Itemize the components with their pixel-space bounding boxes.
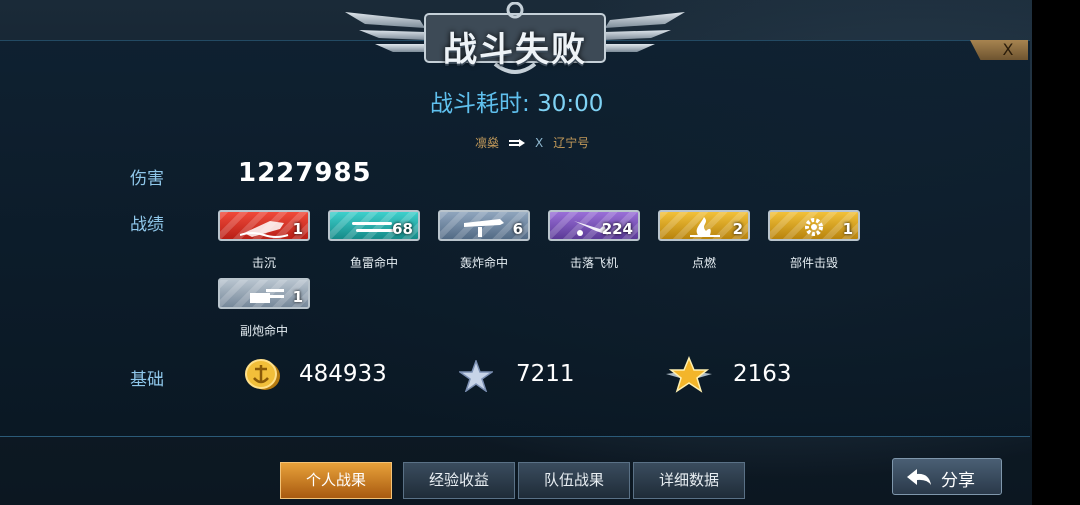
result-tabs: 个人战果 经验收益 队伍战果 详细数据 xyxy=(270,462,750,499)
medal-module-destroyed[interactable]: 1 xyxy=(768,210,860,241)
medal-count: 1 xyxy=(292,288,303,306)
bomb-icon xyxy=(464,219,504,237)
medal-ignite[interactable]: 2 xyxy=(658,210,750,241)
ship-sink-icon xyxy=(240,221,289,238)
damage-label: 伤害 xyxy=(130,169,164,189)
close-icon: X xyxy=(1002,40,1014,59)
record-label: 战绩 xyxy=(130,215,164,235)
base-label: 基础 xyxy=(130,370,164,390)
duration-value: 30:00 xyxy=(537,91,604,117)
share-button[interactable]: 分享 xyxy=(892,458,1002,495)
battle-result-title: 战斗失败 xyxy=(443,30,587,70)
medal-planes-shot[interactable]: 224 xyxy=(548,210,640,241)
enemy-ship-name: 辽宁号 xyxy=(553,136,590,150)
tab-exp-earnings[interactable]: 经验收益 xyxy=(403,462,515,499)
screen-edge xyxy=(1032,0,1080,505)
ship-matchup: 凛燊 X 辽宁号 xyxy=(475,134,589,151)
medal-count: 2 xyxy=(732,220,743,238)
medal-count: 68 xyxy=(392,220,413,238)
medal-sink[interactable]: 1 xyxy=(218,210,310,241)
coin-value: 484933 xyxy=(299,361,387,387)
medal-label: 击落飞机 xyxy=(569,256,618,270)
tab-team-results[interactable]: 队伍战果 xyxy=(518,462,630,499)
rank-value: 2163 xyxy=(733,361,792,387)
torpedo-arrow-icon xyxy=(509,138,526,147)
gold-star-wings-icon xyxy=(666,356,712,393)
medal-label: 点燃 xyxy=(691,256,716,270)
medal-count: 224 xyxy=(601,220,633,238)
medal-torpedo[interactable]: 68 xyxy=(328,210,420,241)
fire-icon xyxy=(690,217,720,237)
medal-count: 6 xyxy=(512,220,523,238)
gear-icon xyxy=(805,218,823,236)
medal-count: 1 xyxy=(292,220,303,238)
medal-label: 鱼雷命中 xyxy=(349,256,398,270)
vs-marker: X xyxy=(535,135,544,150)
duration-label: 战斗耗时: xyxy=(430,91,530,117)
damage-value: 1227985 xyxy=(238,158,372,188)
medal-label: 副炮命中 xyxy=(239,324,288,338)
medal-label: 击沉 xyxy=(251,256,276,270)
player-ship-name: 凛燊 xyxy=(475,136,500,150)
exp-value: 7211 xyxy=(516,361,575,387)
medal-secondary-gun[interactable]: 1 xyxy=(218,278,310,309)
tab-detailed-data[interactable]: 详细数据 xyxy=(633,462,745,499)
share-label: 分享 xyxy=(941,471,975,491)
gold-coin-icon xyxy=(245,359,280,390)
silver-star-icon xyxy=(459,360,493,392)
medal-count: 1 xyxy=(842,220,853,238)
medal-bomb[interactable]: 6 xyxy=(438,210,530,241)
secondary-gun-icon xyxy=(250,289,284,303)
medal-label: 部件击毁 xyxy=(789,256,838,270)
battle-duration: 战斗耗时: 30:00 xyxy=(430,84,603,118)
share-arrow-icon xyxy=(907,469,931,485)
medal-label: 轰炸命中 xyxy=(459,256,508,270)
tab-personal-results[interactable]: 个人战果 xyxy=(280,462,392,499)
